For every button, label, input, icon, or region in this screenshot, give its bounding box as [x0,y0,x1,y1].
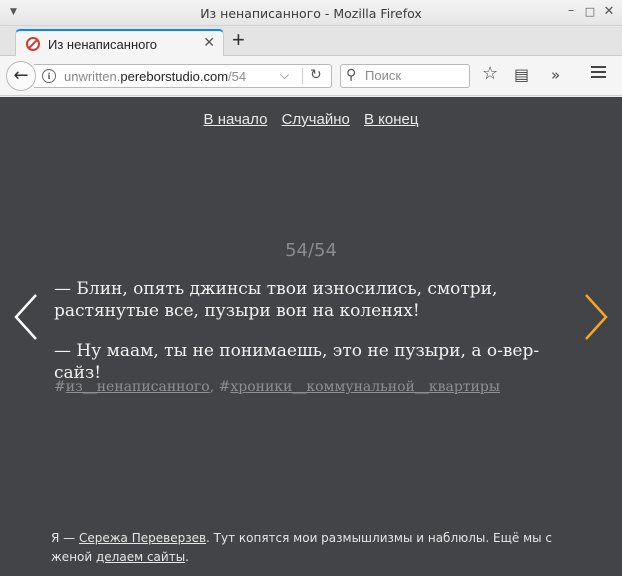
minimize-icon[interactable]: – [563,3,579,17]
tab-label: Из ненаписанного [48,37,158,52]
author-link[interactable]: Сережа Переверзев [79,531,206,545]
page-content: В начало Случайно В конец 54/54 — Блин, … [0,97,622,576]
url-path: /54 [228,69,247,84]
url-prefix: unwritten. [64,69,121,84]
footer-suffix: . [185,550,189,564]
nav-start-link[interactable]: В начало [204,111,268,128]
back-arrow-icon: ← [13,65,29,86]
bookmark-star-icon[interactable]: ☆ [482,63,498,84]
reload-icon[interactable]: ↻ [310,67,322,83]
studio-link[interactable]: делаем сайты [96,550,185,564]
site-favicon-icon [26,37,40,51]
url-host: pereborstudio.com [120,69,229,84]
url-separator [302,68,303,84]
previous-post-arrow-icon[interactable] [12,292,42,342]
window-titlebar: ▼ Из ненаписанного - Mozilla Firefox – □… [0,0,622,26]
footer-prefix: Я — [51,531,79,545]
site-info-icon[interactable]: i [42,69,56,83]
nav-end-link[interactable]: В конец [364,111,418,128]
page-navigation: В начало Случайно В конец [0,111,622,128]
nav-random-link[interactable]: Случайно [282,111,350,128]
close-window-icon[interactable]: ✕ [601,4,617,19]
reading-list-icon[interactable]: ▤ [514,65,529,84]
new-tab-icon[interactable]: + [232,27,245,53]
post-line-2: — Ну маам, ты не понимаешь, это не пузыр… [54,341,540,383]
search-input[interactable] [365,68,465,83]
url-history-dropdown-icon[interactable]: ⌵ [280,68,289,83]
tag-link-unwritten[interactable]: из__ненаписанного [66,379,210,395]
tag-hash: # [218,379,231,395]
page-footer: Я — Сережа Переверзев. Тут копятся мои р… [51,529,591,567]
maximize-icon[interactable]: □ [582,5,598,18]
search-box[interactable]: ⚲ [340,64,470,88]
overflow-menu-icon[interactable]: » [551,66,560,84]
tag-hash: # [54,379,66,395]
tab-active[interactable]: Из ненаписанного ✕ [15,29,224,57]
post-tags: #из__ненаписанного, #хроники__коммунальн… [54,379,500,395]
next-post-arrow-icon[interactable] [580,292,610,342]
tag-link-chronicles[interactable]: хроники__коммунальной__квартиры [230,379,500,395]
search-icon: ⚲ [346,67,357,83]
tag-separator: , [209,379,219,395]
url-text[interactable]: unwritten.pereborstudio.com/54 [64,69,246,84]
navigation-toolbar: i unwritten.pereborstudio.com/54 ⌵ ↻ ← ⚲… [0,56,622,96]
window-title: Из ненаписанного - Mozilla Firefox [200,6,422,21]
back-button[interactable]: ← [6,61,36,91]
tab-strip: Из ненаписанного ✕ + [0,26,622,57]
tab-close-icon[interactable]: ✕ [203,35,215,51]
main-menu-icon[interactable] [591,66,606,81]
url-bar[interactable]: i unwritten.pereborstudio.com/54 ⌵ ↻ [34,64,332,88]
post-line-1: — Блин, опять джинсы твои износились, см… [54,279,498,321]
post-counter: 54/54 [285,240,337,261]
